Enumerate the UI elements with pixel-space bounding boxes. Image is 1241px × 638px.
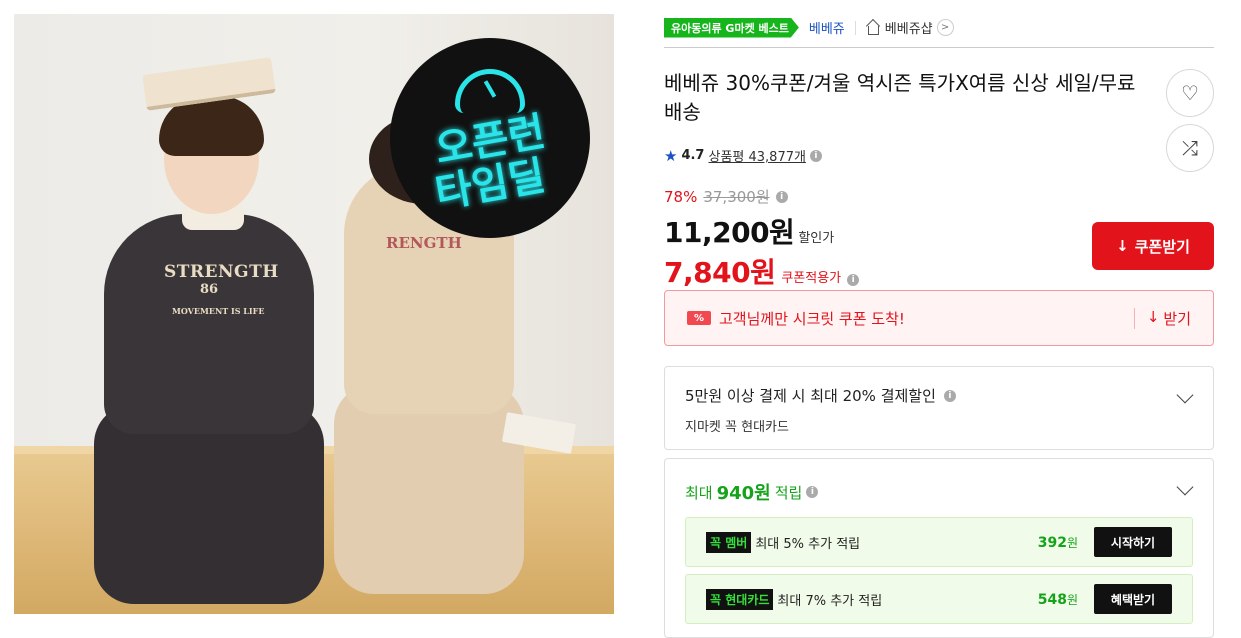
star-icon: ★ <box>664 146 678 165</box>
coupon-button-label: 쿠폰받기 <box>1134 237 1190 256</box>
points-row-card: 꼭 현대카드 최대 7% 추가 적립 548원 혜택받기 <box>685 574 1193 624</box>
share-icon: ⤮ <box>1182 136 1198 160</box>
open-run-badge: 오픈런 타임딜 <box>390 38 590 238</box>
sale-price-label: 할인가 <box>798 231 835 246</box>
secret-coupon-get-button[interactable]: ↓ 받기 <box>1133 307 1191 329</box>
product-info-panel: 유아동의류 G마켓 베스트 베베쥬 베베쥬샵 > 베베쥬 30%쿠폰/겨울 역시… <box>664 14 1214 638</box>
secret-coupon-banner[interactable]: % 고객님께만 시크릿 쿠폰 도착! ↓ 받기 <box>664 290 1214 346</box>
rating-summary: ★ 4.7 상품평 43,877개 i <box>664 146 822 165</box>
home-icon <box>866 21 881 35</box>
wishlist-button[interactable]: ♡ <box>1166 69 1214 117</box>
best-category-tag[interactable]: 유아동의류 G마켓 베스트 <box>664 17 799 38</box>
points-row-member: 꼭 멤버 최대 5% 추가 적립 392원 시작하기 <box>685 517 1193 567</box>
discount-rate: 78% <box>664 187 698 206</box>
image-kid-pants <box>94 404 324 604</box>
discount-row: 78% 37,300원 i <box>664 186 859 207</box>
payment-discount-text: 5만원 이상 결제 시 최대 20% 결제할인 <box>685 387 936 405</box>
info-icon[interactable]: i <box>847 274 860 286</box>
image-kid-sweatshirt <box>104 214 314 434</box>
sale-price-row: 11,200원 할인가 <box>664 211 859 251</box>
brand-link[interactable]: 베베쥬 <box>809 18 845 37</box>
image-kid2-pants <box>334 384 524 594</box>
review-count-link[interactable]: 상품평 43,877개 <box>708 146 805 165</box>
get-benefit-button[interactable]: 혜택받기 <box>1094 584 1172 614</box>
secret-coupon-text: 고객님께만 시크릿 쿠폰 도착! <box>719 309 905 328</box>
points-row-desc: 최대 7% 추가 적립 <box>777 593 883 609</box>
points-row-desc: 최대 5% 추가 적립 <box>755 536 861 552</box>
heart-icon: ♡ <box>1181 81 1199 105</box>
points-row-amount: 392원 <box>1037 534 1078 551</box>
image-print-text: STRENGTH <box>164 262 279 282</box>
start-button[interactable]: 시작하기 <box>1094 527 1172 557</box>
points-heading: 최대 940원 적립 i <box>685 479 1193 505</box>
coupon-price-label: 쿠폰적용가 <box>781 271 842 286</box>
sale-price: 11,200원 <box>664 216 795 249</box>
shop-link[interactable]: 베베쥬샵 > <box>866 18 954 37</box>
payment-discount-heading: 5만원 이상 결제 시 최대 20% 결제할인 i <box>685 385 1193 406</box>
breadcrumb: 유아동의류 G마켓 베스트 베베쥬 베베쥬샵 > <box>664 14 1214 48</box>
kkok-badge: 꼭 현대카드 <box>706 588 774 610</box>
get-label: 받기 <box>1163 309 1191 328</box>
download-icon: ↓ <box>1116 237 1129 255</box>
points-suffix: 적립 <box>774 483 803 502</box>
points-prefix: 최대 <box>685 483 713 502</box>
download-icon: ↓ <box>1146 307 1160 326</box>
info-icon[interactable]: i <box>806 486 819 498</box>
coupon-download-button[interactable]: ↓ 쿠폰받기 <box>1092 222 1214 270</box>
shop-name: 베베쥬샵 <box>884 22 933 37</box>
rating-score: 4.7 <box>681 148 705 163</box>
product-image[interactable]: STRENGTH 86 MOVEMENT IS LIFE RENGTH 오픈런 … <box>14 14 614 614</box>
product-title: 베베쥬 30%쿠폰/겨울 역시즌 특가X여름 신상 세일/무료배송 <box>664 71 1136 124</box>
price-block: 78% 37,300원 i 11,200원 할인가 7,840원 쿠폰적용가 i <box>664 186 860 291</box>
divider <box>854 20 856 35</box>
alarm-clock-icon <box>455 69 525 113</box>
coupon-price: 7,840원 <box>664 256 776 289</box>
image-print-number: 86 <box>200 282 219 297</box>
share-button[interactable]: ⤮ <box>1166 124 1214 172</box>
coupon-price-row: 7,840원 쿠폰적용가 i <box>664 251 860 291</box>
info-icon[interactable]: i <box>775 190 788 203</box>
info-icon[interactable]: i <box>809 149 822 162</box>
payment-discount-card[interactable]: 5만원 이상 결제 시 최대 20% 결제할인 i 지마켓 꼭 현대카드 <box>664 366 1214 450</box>
payment-discount-sub: 지마켓 꼭 현대카드 <box>685 420 789 435</box>
info-icon[interactable]: i <box>943 389 956 402</box>
coupon-tag-icon: % <box>687 311 711 325</box>
image-print-text-2: RENGTH <box>386 234 462 252</box>
chevron-right-icon: > <box>936 19 954 36</box>
points-card: 최대 940원 적립 i 꼭 멤버 최대 5% 추가 적립 392원 시작하기 … <box>664 458 1214 638</box>
points-amount: 940원 <box>716 483 771 504</box>
original-price: 37,300원 <box>703 188 770 206</box>
image-print-slogan: MOVEMENT IS LIFE <box>172 306 265 316</box>
kkok-badge: 꼭 멤버 <box>706 531 752 553</box>
points-row-amount: 548원 <box>1037 591 1078 608</box>
